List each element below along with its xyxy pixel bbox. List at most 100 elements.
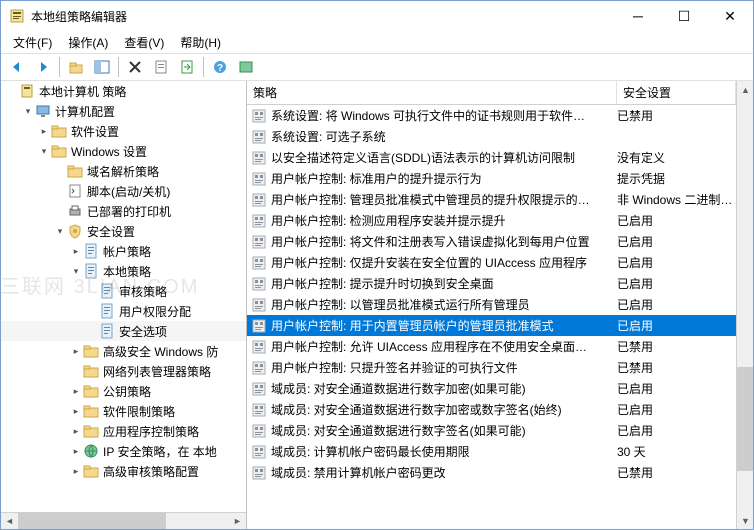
list-row[interactable]: 用户帐户控制: 提示提升时切换到安全桌面已启用 — [247, 273, 736, 294]
tree-item[interactable]: ▾安全设置 — [1, 221, 246, 241]
delete-button[interactable] — [123, 55, 147, 79]
menu-file[interactable]: 文件(F) — [5, 32, 60, 53]
tree-item[interactable]: ▾本地策略 — [1, 261, 246, 281]
policy2-icon — [99, 283, 115, 299]
tree-item[interactable]: 脚本(启动/关机) — [1, 181, 246, 201]
tree-item[interactable]: ▸软件设置 — [1, 121, 246, 141]
tree-item[interactable]: ▸应用程序控制策略 — [1, 421, 246, 441]
policy-icon — [251, 192, 267, 208]
tree-item-label: 软件限制策略 — [103, 403, 175, 420]
policy-name: 用户帐户控制: 仅提升安装在安全位置的 UIAccess 应用程序 — [271, 254, 617, 271]
scroll-left-icon[interactable]: ◄ — [1, 513, 18, 530]
menu-help[interactable]: 帮助(H) — [172, 32, 229, 53]
tree-item[interactable]: ▸公钥策略 — [1, 381, 246, 401]
tree-twisty[interactable]: ▾ — [53, 226, 67, 237]
list-row[interactable]: 用户帐户控制: 标准用户的提升提示行为提示凭据 — [247, 168, 736, 189]
column-header-setting[interactable]: 安全设置 — [617, 81, 736, 104]
tree-twisty[interactable]: ▸ — [69, 386, 83, 397]
list-row[interactable]: 用户帐户控制: 管理员批准模式中管理员的提升权限提示的…非 Windows 二进… — [247, 189, 736, 210]
close-button[interactable]: ✕ — [707, 1, 753, 31]
tree-twisty[interactable]: ▸ — [69, 346, 83, 357]
policy-name: 域成员: 对安全通道数据进行数字签名(如果可能) — [271, 422, 617, 439]
tree-item[interactable]: 网络列表管理器策略 — [1, 361, 246, 381]
tree-twisty[interactable]: ▾ — [37, 146, 51, 157]
policy-icon — [251, 465, 267, 481]
policy-icon — [251, 276, 267, 292]
tree-item[interactable]: ▸帐户策略 — [1, 241, 246, 261]
list-row[interactable]: 用户帐户控制: 只提升签名并验证的可执行文件已禁用 — [247, 357, 736, 378]
policy-setting: 已启用 — [617, 296, 736, 313]
policy-icon — [251, 339, 267, 355]
tree-item[interactable]: 安全选项 — [1, 321, 246, 341]
list-row[interactable]: 用户帐户控制: 检测应用程序安装并提示提升已启用 — [247, 210, 736, 231]
help-button[interactable]: ? — [208, 55, 232, 79]
toolbar: ? — [1, 53, 753, 81]
policy-list[interactable]: 系统设置: 将 Windows 可执行文件中的证书规则用于软件…已禁用系统设置:… — [247, 105, 736, 483]
list-row[interactable]: 域成员: 计算机帐户密码最长使用期限30 天 — [247, 441, 736, 462]
list-row[interactable]: 域成员: 禁用计算机帐户密码更改已禁用 — [247, 462, 736, 483]
scroll-down-icon[interactable]: ▼ — [737, 512, 753, 529]
tree[interactable]: 本地计算机 策略▾计算机配置▸软件设置▾Windows 设置域名解析策略脚本(启… — [1, 81, 246, 481]
tree-twisty[interactable]: ▸ — [69, 426, 83, 437]
list-row[interactable]: 以安全描述符定义语言(SDDL)语法表示的计算机访问限制没有定义 — [247, 147, 736, 168]
tree-item[interactable]: ▸IP 安全策略，在 本地 — [1, 441, 246, 461]
tree-twisty[interactable]: ▸ — [69, 446, 83, 457]
policy-name: 用户帐户控制: 将文件和注册表写入错误虚拟化到每用户位置 — [271, 233, 617, 250]
policy-name: 以安全描述符定义语言(SDDL)语法表示的计算机访问限制 — [271, 149, 617, 166]
tree-item-label: 网络列表管理器策略 — [103, 363, 211, 380]
policy-setting: 已启用 — [617, 317, 736, 334]
back-button[interactable] — [5, 55, 29, 79]
tree-scrollbar-h[interactable]: ◄ ► — [1, 512, 246, 529]
tree-twisty[interactable]: ▾ — [69, 266, 83, 277]
up-button[interactable] — [64, 55, 88, 79]
menu-action[interactable]: 操作(A) — [60, 32, 116, 53]
computer-icon — [35, 103, 51, 119]
forward-button[interactable] — [31, 55, 55, 79]
filter-button[interactable] — [234, 55, 258, 79]
properties-button[interactable] — [149, 55, 173, 79]
list-row[interactable]: 域成员: 对安全通道数据进行数字加密(如果可能)已启用 — [247, 378, 736, 399]
tree-item[interactable]: 域名解析策略 — [1, 161, 246, 181]
maximize-button[interactable]: ☐ — [661, 1, 707, 31]
list-row[interactable]: 用户帐户控制: 允许 UIAccess 应用程序在不使用安全桌面…已禁用 — [247, 336, 736, 357]
list-row[interactable]: 系统设置: 可选子系统 — [247, 126, 736, 147]
list-scrollbar-v[interactable]: ▲ ▼ — [736, 81, 753, 529]
scroll-up-icon[interactable]: ▲ — [737, 81, 753, 98]
policy2-icon — [83, 263, 99, 279]
list-row[interactable]: 用户帐户控制: 仅提升安装在安全位置的 UIAccess 应用程序已启用 — [247, 252, 736, 273]
policy2-icon — [99, 323, 115, 339]
tree-item[interactable]: ▸高级审核策略配置 — [1, 461, 246, 481]
tree-twisty[interactable]: ▸ — [69, 246, 83, 257]
policy-setting: 已启用 — [617, 275, 736, 292]
tree-item[interactable]: ▾计算机配置 — [1, 101, 246, 121]
titlebar: 本地组策略编辑器 ─ ☐ ✕ — [1, 1, 753, 31]
tree-item[interactable]: ▾Windows 设置 — [1, 141, 246, 161]
policy-icon — [251, 360, 267, 376]
tree-twisty[interactable]: ▸ — [69, 406, 83, 417]
tree-item[interactable]: 本地计算机 策略 — [1, 81, 246, 101]
tree-item[interactable]: 审核策略 — [1, 281, 246, 301]
minimize-button[interactable]: ─ — [615, 1, 661, 31]
policy-setting: 已启用 — [617, 212, 736, 229]
column-header-policy[interactable]: 策略 — [247, 81, 617, 104]
scroll-right-icon[interactable]: ► — [229, 513, 246, 530]
tree-item[interactable]: 用户权限分配 — [1, 301, 246, 321]
list-row[interactable]: 域成员: 对安全通道数据进行数字加密或数字签名(始终)已启用 — [247, 399, 736, 420]
tree-twisty[interactable]: ▸ — [37, 126, 51, 137]
list-row[interactable]: 系统设置: 将 Windows 可执行文件中的证书规则用于软件…已禁用 — [247, 105, 736, 126]
show-hide-button[interactable] — [90, 55, 114, 79]
tree-item-label: 本地计算机 策略 — [39, 83, 126, 100]
list-row[interactable]: 用户帐户控制: 用于内置管理员帐户的管理员批准模式已启用 — [247, 315, 736, 336]
list-row[interactable]: 域成员: 对安全通道数据进行数字签名(如果可能)已启用 — [247, 420, 736, 441]
folder-icon — [51, 143, 67, 159]
tree-item[interactable]: 已部署的打印机 — [1, 201, 246, 221]
tree-twisty[interactable]: ▸ — [69, 466, 83, 477]
menu-view[interactable]: 查看(V) — [116, 32, 172, 53]
export-button[interactable] — [175, 55, 199, 79]
list-row[interactable]: 用户帐户控制: 以管理员批准模式运行所有管理员已启用 — [247, 294, 736, 315]
policy-setting: 已启用 — [617, 401, 736, 418]
tree-item[interactable]: ▸ 软件限制策略 — [1, 401, 246, 421]
tree-twisty[interactable]: ▾ — [21, 106, 35, 117]
tree-item[interactable]: ▸高级安全 Windows 防 — [1, 341, 246, 361]
list-row[interactable]: 用户帐户控制: 将文件和注册表写入错误虚拟化到每用户位置已启用 — [247, 231, 736, 252]
